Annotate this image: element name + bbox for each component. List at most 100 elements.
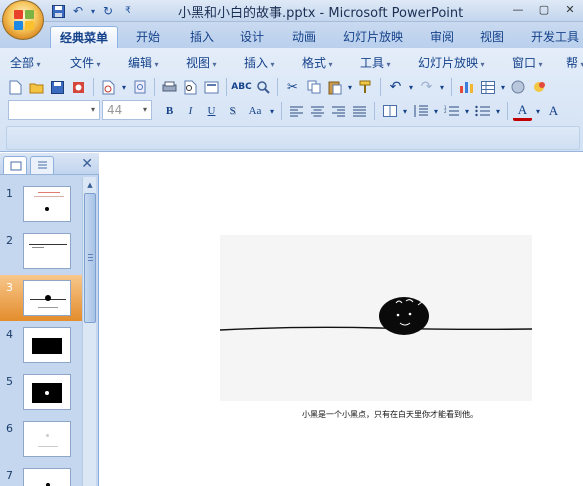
font-color-dropdown-icon[interactable]: ▾: [534, 102, 542, 121]
hyperlink-icon[interactable]: [509, 78, 528, 97]
minimize-button[interactable]: —: [505, 0, 531, 18]
slide-caption[interactable]: 小黑是一个小黑点，只有在白天里你才能看到他。: [200, 409, 580, 420]
paste-dropdown-icon[interactable]: ▾: [346, 78, 354, 97]
menu-slideshow[interactable]: 幻灯片放映: [418, 54, 485, 71]
copy-icon[interactable]: [304, 78, 323, 97]
new-icon[interactable]: [6, 78, 25, 97]
undo-icon[interactable]: ↶: [70, 3, 86, 19]
slide-preview: [23, 468, 71, 486]
numbering-dropdown-icon[interactable]: ▾: [463, 102, 471, 121]
change-case-dropdown-icon[interactable]: ▾: [268, 102, 276, 121]
font-name-select[interactable]: ▾: [8, 100, 100, 120]
tab-slides[interactable]: [3, 156, 27, 174]
bold-button[interactable]: B: [160, 102, 179, 121]
menu-all[interactable]: 全部: [10, 54, 41, 71]
menu-insert[interactable]: 插入: [244, 54, 275, 71]
slide-number: 5: [6, 375, 13, 388]
tab-slideshow[interactable]: 幻灯片放映: [338, 26, 408, 48]
underline-button[interactable]: U: [202, 102, 221, 121]
slide-illustration[interactable]: [219, 235, 533, 401]
bullets-dropdown-icon[interactable]: ▾: [494, 102, 502, 121]
redo-icon[interactable]: ↻: [100, 3, 116, 19]
thumbnail-scrollbar[interactable]: ▲: [82, 177, 96, 486]
close-icon[interactable]: ✕: [81, 156, 93, 172]
customize-qat-icon[interactable]: ₹: [120, 3, 136, 19]
menu-tools[interactable]: 工具: [360, 54, 391, 71]
slide-number: 7: [6, 469, 13, 482]
office-button[interactable]: [2, 0, 44, 40]
menu-file[interactable]: 文件: [70, 54, 101, 71]
redo-icon[interactable]: ↷: [417, 78, 436, 97]
table-dropdown-icon[interactable]: ▾: [499, 78, 507, 97]
menu-view[interactable]: 视图: [186, 54, 217, 71]
line-spacing-dropdown-icon[interactable]: ▾: [432, 102, 440, 121]
slide-thumbnail[interactable]: 1: [0, 181, 82, 227]
table-icon[interactable]: [478, 78, 497, 97]
bullets-icon[interactable]: [473, 102, 492, 121]
tab-classic-menu[interactable]: 经典菜单: [50, 26, 118, 48]
align-right-icon[interactable]: [329, 102, 348, 121]
font-size-select[interactable]: 44 ▾: [102, 100, 152, 120]
slide-number: 3: [6, 281, 13, 294]
chart-icon[interactable]: [457, 78, 476, 97]
format-painter-icon[interactable]: [356, 78, 375, 97]
close-button[interactable]: ✕: [557, 0, 583, 18]
undo-icon[interactable]: ↶: [386, 78, 405, 97]
undo-dropdown-icon[interactable]: ▾: [90, 3, 96, 19]
open-icon[interactable]: [27, 78, 46, 97]
chevron-down-icon: ▾: [90, 105, 95, 114]
menu-window[interactable]: 窗口: [512, 54, 543, 71]
font-color-icon[interactable]: A: [513, 102, 532, 121]
clipart-icon[interactable]: [530, 78, 549, 97]
research-icon[interactable]: [253, 78, 272, 97]
scroll-up-icon[interactable]: ▲: [84, 179, 96, 191]
menu-edit[interactable]: 编辑: [128, 54, 159, 71]
slide-thumbnail-selected[interactable]: 3: [0, 275, 82, 321]
columns-icon[interactable]: [380, 102, 399, 121]
print-preview-icon[interactable]: [99, 78, 118, 97]
spelling-icon[interactable]: ABC: [231, 78, 251, 97]
print-icon[interactable]: [160, 78, 179, 97]
styles-icon[interactable]: A: [544, 102, 563, 121]
tab-review[interactable]: 审阅: [424, 26, 460, 48]
justify-icon[interactable]: [350, 102, 369, 121]
slide-thumbnail[interactable]: 4: [0, 322, 82, 368]
tab-view[interactable]: 视图: [474, 26, 510, 48]
redo-dropdown-icon[interactable]: ▾: [438, 78, 446, 97]
shadow-button[interactable]: S: [223, 102, 242, 121]
slide-canvas[interactable]: 小黑是一个小黑点，只有在白天里你才能看到他。: [100, 153, 583, 486]
numbering-icon[interactable]: 12: [442, 102, 461, 121]
dropdown-icon[interactable]: ▾: [120, 78, 128, 97]
scrollbar-thumb[interactable]: [84, 193, 96, 323]
save-icon[interactable]: [50, 3, 66, 19]
tab-design[interactable]: 设计: [234, 26, 270, 48]
tab-insert[interactable]: 插入: [184, 26, 220, 48]
layout-icon[interactable]: [202, 78, 221, 97]
attach-icon[interactable]: [130, 78, 149, 97]
align-left-icon[interactable]: [287, 102, 306, 121]
title-bar: ↶ ▾ ↻ ₹ 小黑和小白的故事.pptx - Microsoft PowerP…: [0, 0, 583, 22]
slide-number: 6: [6, 422, 13, 435]
tab-home[interactable]: 开始: [130, 26, 166, 48]
italic-button[interactable]: I: [181, 102, 200, 121]
paste-icon[interactable]: [325, 78, 344, 97]
tab-animation[interactable]: 动画: [286, 26, 322, 48]
line-spacing-icon[interactable]: [411, 102, 430, 121]
undo-dropdown-icon[interactable]: ▾: [407, 78, 415, 97]
slide-thumbnail[interactable]: 2: [0, 228, 82, 274]
slide-thumbnail[interactable]: 6: [0, 416, 82, 462]
menu-help[interactable]: 帮: [566, 54, 583, 71]
slide-thumbnail[interactable]: 7: [0, 463, 82, 486]
tab-developer[interactable]: 开发工具: [526, 26, 583, 48]
preview-icon[interactable]: [181, 78, 200, 97]
maximize-button[interactable]: ▢: [531, 0, 557, 18]
menu-format[interactable]: 格式: [302, 54, 333, 71]
permission-icon[interactable]: [69, 78, 88, 97]
change-case-button[interactable]: Aa: [244, 102, 266, 121]
columns-dropdown-icon[interactable]: ▾: [401, 102, 409, 121]
cut-icon[interactable]: ✂: [283, 78, 302, 97]
slide-thumbnail[interactable]: 5: [0, 369, 82, 415]
save-icon[interactable]: [48, 78, 67, 97]
align-center-icon[interactable]: [308, 102, 327, 121]
tab-outline[interactable]: [30, 156, 54, 174]
